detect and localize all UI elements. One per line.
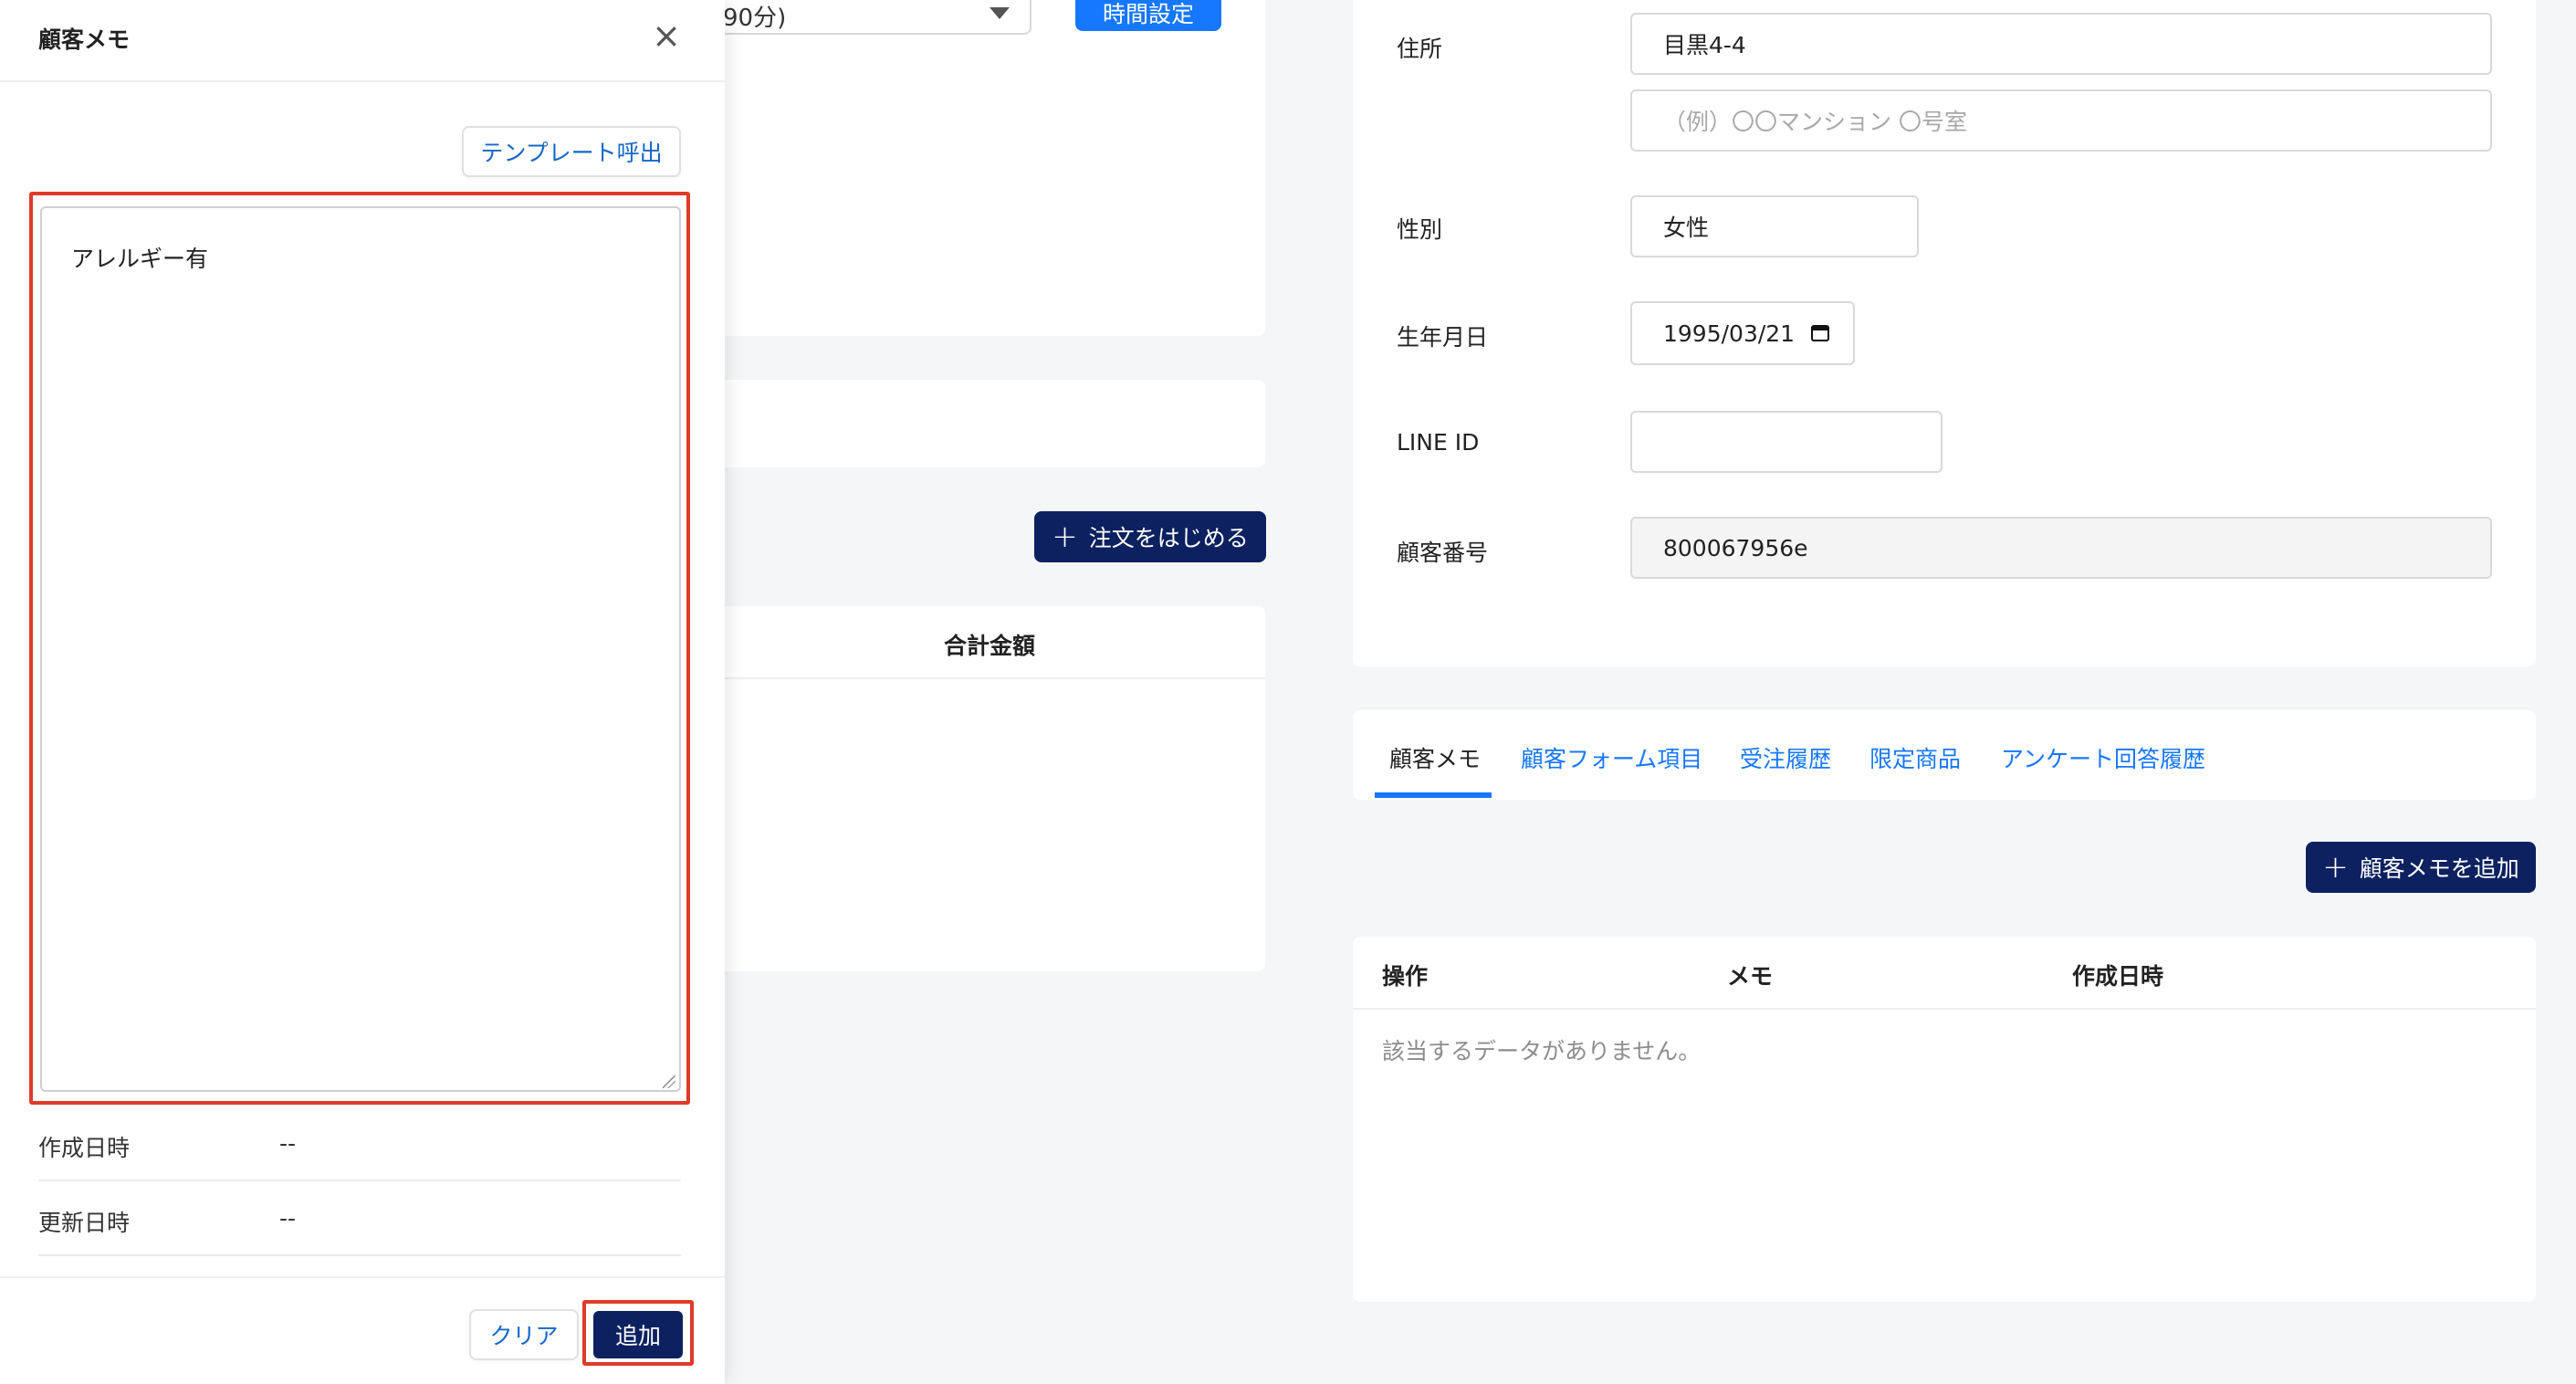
add-memo-button-label: 追加	[614, 1323, 661, 1349]
order-table-header-divider	[694, 677, 1265, 679]
birthday-label: 生年月日	[1397, 324, 1489, 351]
chevron-down-icon	[990, 7, 1010, 19]
start-order-button-label: 注文をはじめる	[1088, 525, 1249, 551]
tab-order-history[interactable]: 受注履歴	[1740, 741, 1831, 774]
address-value: 目黒4-4	[1663, 32, 1746, 58]
line-id-input[interactable]	[1630, 411, 1942, 473]
plus-icon: +	[1052, 519, 1078, 555]
memo-table-header-divider	[1353, 1008, 2536, 1010]
drawer-header-divider	[0, 80, 725, 82]
template-call-label: テンプレート呼出	[480, 140, 663, 166]
active-tab-indicator	[1375, 792, 1492, 798]
tab-survey-history[interactable]: アンケート回答履歴	[2001, 741, 2205, 774]
add-customer-memo-button[interactable]: + 顧客メモを追加	[2306, 842, 2536, 893]
memo-drawer: 顧客メモ × テンプレート呼出 アレルギー有 作成日時 -- 更新日時 -- ク…	[0, 0, 725, 1384]
gender-select[interactable]: 女性	[1630, 195, 1919, 257]
tab-limited-products[interactable]: 限定商品	[1869, 741, 1961, 774]
schedule-card	[694, 0, 1265, 336]
birthday-date-input[interactable]: 1995/03/21	[1630, 301, 1855, 365]
plus-icon: +	[2322, 849, 2349, 886]
time-set-button[interactable]: 時間設定	[1075, 0, 1221, 31]
order-table-card	[694, 606, 1265, 971]
line-id-label: LINE ID	[1397, 429, 1480, 456]
gender-label: 性別	[1397, 216, 1443, 243]
created-value: --	[279, 1130, 297, 1157]
birthday-value: 1995/03/21	[1663, 320, 1796, 347]
customer-number-input: 800067956e	[1630, 517, 2492, 579]
clear-button-label: クリア	[489, 1323, 559, 1349]
time-select-value: 90分)	[723, 4, 787, 32]
created-label: 作成日時	[38, 1135, 131, 1161]
updated-label: 更新日時	[38, 1210, 131, 1236]
time-set-button-label: 時間設定	[1102, 1, 1194, 27]
template-call-button[interactable]: テンプレート呼出	[462, 126, 681, 177]
updated-value: --	[279, 1205, 297, 1232]
memo-col-actions: 操作	[1382, 963, 1429, 990]
info-card	[694, 380, 1265, 467]
start-order-button[interactable]: + 注文をはじめる	[1034, 511, 1266, 562]
drawer-title: 顧客メモ	[38, 26, 131, 53]
created-divider	[38, 1180, 681, 1181]
add-customer-memo-label: 顧客メモを追加	[2359, 855, 2519, 882]
resize-grip-icon[interactable]	[663, 1075, 675, 1088]
memo-col-memo: メモ	[1727, 963, 1774, 990]
order-table-header-total: 合計金額	[944, 633, 1036, 659]
drawer-footer-divider	[0, 1276, 725, 1278]
updated-divider	[38, 1254, 681, 1256]
tab-customer-form-items[interactable]: 顧客フォーム項目	[1521, 741, 1702, 774]
close-icon[interactable]: ×	[648, 18, 685, 55]
memo-col-created: 作成日時	[2072, 963, 2164, 990]
address-input[interactable]: 目黒4-4	[1630, 13, 2492, 75]
gender-value: 女性	[1663, 215, 1710, 241]
tab-customer-memo[interactable]: 顧客メモ	[1389, 741, 1481, 774]
customer-number-label: 顧客番号	[1397, 540, 1489, 566]
address2-input[interactable]: （例）〇〇マンション 〇号室	[1630, 89, 2492, 152]
calendar-icon[interactable]	[1811, 325, 1829, 341]
memo-empty-text: 該当するデータがありません。	[1382, 1038, 1702, 1064]
customer-number-value: 800067956e	[1663, 534, 1808, 561]
address-label: 住所	[1397, 36, 1443, 62]
add-memo-button[interactable]: 追加	[593, 1311, 683, 1358]
memo-table-card	[1353, 937, 2536, 1302]
address2-placeholder: （例）〇〇マンション 〇号室	[1663, 109, 1967, 135]
memo-textarea[interactable]: アレルギー有	[40, 206, 681, 1092]
clear-button[interactable]: クリア	[469, 1309, 579, 1360]
